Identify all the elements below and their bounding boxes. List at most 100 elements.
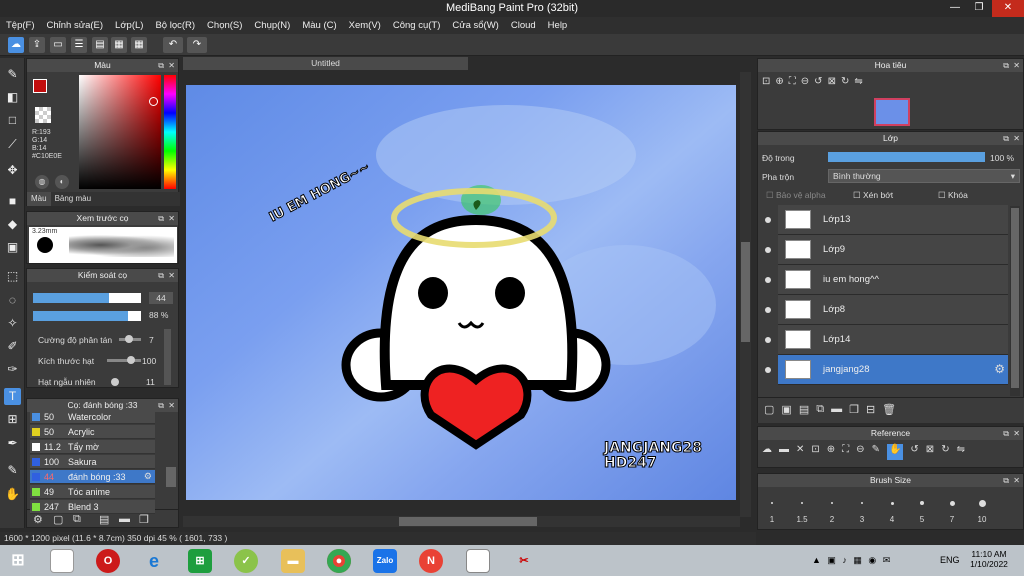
layer-row[interactable]: Lớp13	[765, 205, 1008, 235]
vertical-scroll-thumb[interactable]	[741, 242, 750, 342]
line-tool-icon[interactable]: ⟋	[4, 136, 21, 153]
magic-wand-icon[interactable]: ✧	[4, 315, 21, 332]
saturation-picker[interactable]	[79, 75, 161, 189]
close-icon[interactable]: ✕	[796, 444, 804, 460]
brush-size-dot[interactable]	[890, 501, 894, 505]
gradient-tool-icon[interactable]: ▣	[4, 239, 21, 256]
undock-icon[interactable]: ⧉	[1003, 427, 1009, 440]
brush-size-dot[interactable]	[771, 502, 773, 504]
menu-color[interactable]: Màu (C)	[296, 20, 342, 31]
color-wheel-icon[interactable]: ◐	[55, 175, 69, 189]
app-icon[interactable]: ✓	[234, 549, 258, 573]
chrome-profile-icon[interactable]: N	[419, 549, 443, 573]
menu-cloud[interactable]: Cloud	[505, 20, 542, 31]
hand-tool-icon[interactable]: ✋	[4, 486, 21, 503]
new-halftone-layer-icon[interactable]: ▤	[799, 403, 809, 418]
add-brush-icon[interactable]: ⚙	[33, 513, 43, 526]
divide-tool-icon[interactable]: ⊞	[4, 411, 21, 428]
grain-slider[interactable]	[107, 359, 141, 362]
flip-icon[interactable]: ⇋	[957, 444, 965, 460]
fit-window-icon[interactable]: ⛶	[789, 76, 796, 94]
layer-row[interactable]: Lớp14	[765, 325, 1008, 355]
gear-icon[interactable]: ⚙	[144, 471, 152, 482]
layer-scrollbar[interactable]	[1010, 206, 1020, 396]
zalo-icon[interactable]: Zalo	[373, 549, 397, 573]
lock-checkbox[interactable]: ☐ Khóa	[938, 190, 968, 201]
hue-slider[interactable]	[164, 75, 176, 189]
layer-opacity-slider[interactable]	[828, 152, 985, 162]
new-layer-icon[interactable]: ▢	[764, 403, 774, 418]
snipping-tool-icon[interactable]: ✂	[512, 549, 536, 573]
brush-control-scrollbar[interactable]	[164, 329, 171, 385]
select-rect-icon[interactable]: ⬚	[4, 268, 21, 285]
menu-filter[interactable]: Bộ lọc(R)	[149, 20, 201, 31]
clip-checkbox[interactable]: ☐ Xén bớt	[853, 190, 893, 201]
rotate-right-icon[interactable]: ↻	[941, 444, 949, 460]
horizontal-scrollbar[interactable]	[183, 516, 740, 527]
layer-row[interactable]: Lớp9	[765, 235, 1008, 265]
maximize-button[interactable]: ❐	[965, 0, 993, 17]
undock-icon[interactable]: ⧉	[158, 399, 164, 412]
panel-close-icon[interactable]: ✕	[168, 212, 175, 225]
undock-icon[interactable]: ⧉	[1003, 59, 1009, 72]
brush-size-dot[interactable]	[949, 500, 955, 506]
edge-icon[interactable]: e	[142, 549, 166, 573]
tile-icon[interactable]: ▦	[131, 37, 147, 53]
brush-size-slider[interactable]	[33, 293, 141, 303]
clock[interactable]: 11:10 AM 1/10/2022	[968, 549, 1010, 569]
hand-icon[interactable]: ✋	[886, 444, 904, 460]
select-pen-icon[interactable]: ✐	[4, 338, 21, 355]
chat-icon[interactable]: ☰	[71, 37, 87, 53]
palette-icon[interactable]: ◍	[35, 175, 49, 189]
zoom-fit-icon[interactable]: ⊡	[762, 76, 770, 94]
chrome-icon[interactable]: ●	[327, 549, 351, 573]
layer-row[interactable]: jangjang28 ⚙	[765, 355, 1008, 385]
brush-size-dot[interactable]	[861, 502, 863, 504]
blend-mode-select[interactable]: Bình thường ▾	[828, 169, 1020, 183]
visibility-eye-icon[interactable]	[765, 367, 771, 373]
store-icon[interactable]: ⊞	[188, 549, 212, 573]
merge-layer-icon[interactable]: ⊟	[866, 403, 875, 418]
menu-file[interactable]: Tệp(F)	[0, 20, 41, 31]
reset-icon[interactable]: ⊠	[828, 76, 836, 94]
windows-start-icon[interactable]: ⊞	[6, 549, 30, 573]
brush-list-scrollbar[interactable]	[166, 467, 176, 487]
grid-icon[interactable]: ▦	[111, 37, 127, 53]
panel-close-icon[interactable]: ✕	[168, 399, 175, 412]
brush-size-value[interactable]: 44	[149, 292, 173, 304]
layer-row[interactable]: iu em hong^^	[765, 265, 1008, 295]
brush-opacity-value[interactable]: 88 %	[149, 310, 168, 320]
move-tool-icon[interactable]: ✥	[4, 162, 21, 179]
new-color-layer-icon[interactable]: ▣	[781, 403, 791, 418]
random-knob[interactable]	[111, 378, 119, 386]
navigator-thumbnail[interactable]	[874, 98, 910, 126]
document-app-icon[interactable]	[50, 549, 74, 573]
brush-item[interactable]: 50 Watercolor	[30, 410, 155, 424]
undock-icon[interactable]: ⧉	[158, 59, 164, 72]
horizontal-scroll-thumb[interactable]	[399, 517, 537, 526]
visibility-eye-icon[interactable]	[765, 217, 771, 223]
tray-icons[interactable]: ▲ ▣ ♪ ▦ ◉ ✉	[812, 555, 892, 566]
brush-item[interactable]: 49 Tóc anime	[30, 485, 155, 499]
menu-help[interactable]: Help	[542, 20, 574, 31]
brush-properties-icon[interactable]: ▤	[99, 513, 109, 526]
visibility-eye-icon[interactable]	[765, 277, 771, 283]
pen-icon[interactable]: ✎	[4, 462, 21, 479]
zoom-out-icon[interactable]: ⊖	[801, 76, 809, 94]
panel-close-icon[interactable]: ✕	[1013, 132, 1020, 145]
brush-size-dot[interactable]	[920, 501, 924, 505]
page-icon[interactable]: ▤	[92, 37, 108, 53]
brush-size-dot[interactable]	[831, 502, 833, 504]
delete-layer-icon[interactable]: 🗑	[882, 403, 896, 418]
opera-icon[interactable]: O	[96, 549, 120, 573]
brush-item[interactable]: 44 đánh bóng :33 ⚙	[30, 470, 155, 484]
vertical-scrollbar[interactable]	[740, 72, 751, 517]
rotate-right-icon[interactable]: ↻	[841, 76, 849, 94]
redo-icon[interactable]: ↷	[187, 37, 207, 53]
brush-opacity-slider[interactable]	[33, 311, 141, 321]
scatter-knob[interactable]	[125, 335, 133, 343]
pen-icon[interactable]: ✎	[872, 444, 880, 460]
visibility-eye-icon[interactable]	[765, 307, 771, 313]
panel-close-icon[interactable]: ✕	[168, 59, 175, 72]
document-tab[interactable]: Untitled	[183, 57, 468, 70]
